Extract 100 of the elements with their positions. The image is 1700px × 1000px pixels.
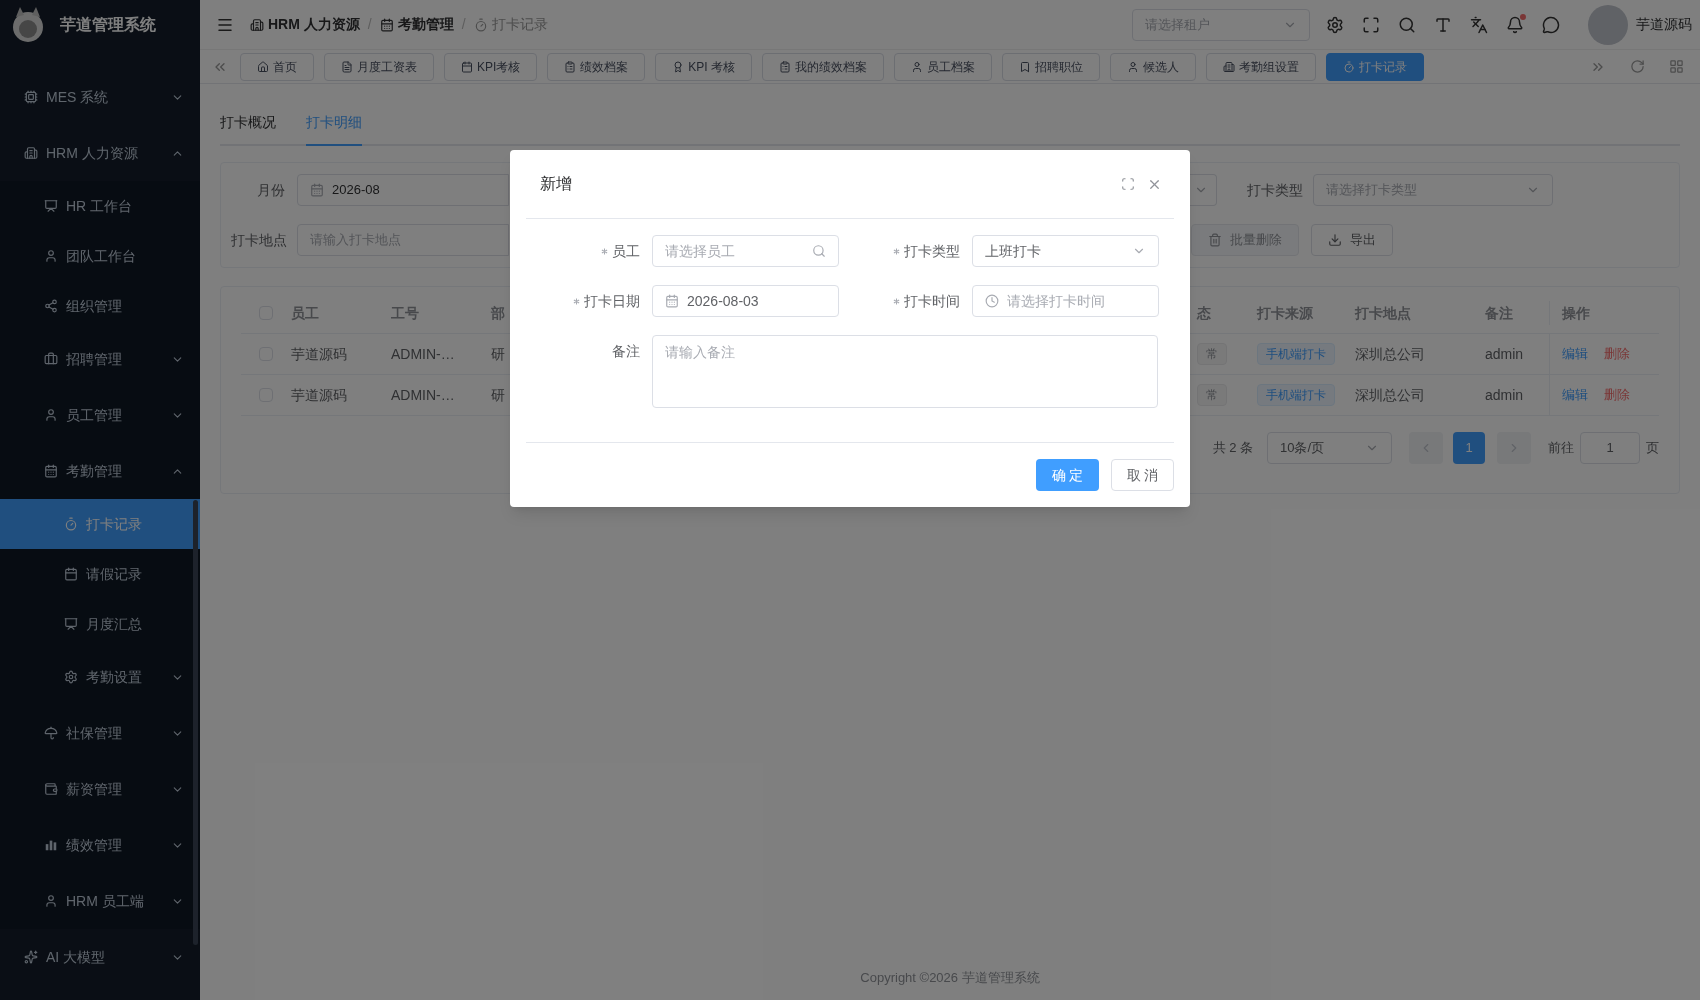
maximize-icon[interactable] bbox=[1121, 177, 1135, 191]
view-tab[interactable]: 打卡概况 bbox=[220, 112, 276, 146]
presentation-icon bbox=[44, 199, 58, 213]
date-picker[interactable]: 2026-08-03 bbox=[652, 285, 839, 317]
font-size-icon[interactable] bbox=[1434, 15, 1452, 34]
menu-item[interactable]: HR 工作台 bbox=[0, 181, 200, 231]
delete-link[interactable]: 删除 bbox=[1604, 344, 1630, 364]
edit-link[interactable]: 编辑 bbox=[1562, 385, 1588, 405]
building-icon bbox=[250, 17, 264, 32]
select-field[interactable]: 上班打卡 bbox=[972, 235, 1159, 267]
delete-link[interactable]: 删除 bbox=[1604, 385, 1630, 405]
page-tab[interactable]: 考勤组设置 bbox=[1206, 52, 1317, 81]
page-input[interactable]: 1 bbox=[1580, 432, 1640, 464]
umbrella-icon bbox=[44, 726, 58, 740]
search-icon[interactable] bbox=[1398, 15, 1416, 34]
page-tab[interactable]: 候选人 bbox=[1110, 52, 1197, 81]
menu-item[interactable]: 团队工作台 bbox=[0, 231, 200, 281]
building-icon bbox=[1223, 60, 1236, 73]
clipboard-icon bbox=[779, 60, 792, 73]
fullscreen-icon[interactable] bbox=[1362, 15, 1380, 34]
trash-icon bbox=[1208, 233, 1222, 247]
calendar-icon bbox=[64, 567, 78, 581]
person-icon bbox=[911, 60, 924, 73]
page-tab[interactable]: KPI 考核 bbox=[655, 52, 753, 81]
table-cell: ADMIN-… bbox=[391, 387, 455, 403]
month-picker[interactable]: 2026-08 bbox=[297, 174, 509, 206]
chip-icon bbox=[24, 90, 38, 104]
table-cell: 芋道源码 bbox=[291, 387, 347, 403]
page-tab[interactable]: 我的绩效档案 bbox=[762, 52, 885, 81]
timer-icon bbox=[1343, 60, 1356, 73]
presentation-icon bbox=[64, 617, 78, 631]
edit-link[interactable]: 编辑 bbox=[1562, 344, 1588, 364]
translate-icon[interactable] bbox=[1470, 15, 1488, 34]
menu-group[interactable]: HRM 人力资源 bbox=[0, 125, 200, 181]
page-size-select[interactable]: 10条/页 bbox=[1267, 432, 1392, 464]
grid-icon[interactable] bbox=[1669, 59, 1684, 74]
menu-item[interactable]: 打卡记录 bbox=[0, 499, 200, 549]
person-icon bbox=[44, 408, 58, 422]
bar-chart-icon bbox=[44, 838, 58, 852]
refresh-icon[interactable] bbox=[1630, 59, 1645, 74]
cancel-button[interactable]: 取 消 bbox=[1111, 459, 1174, 491]
table-cell: admin bbox=[1485, 346, 1524, 362]
filter-label: 打卡类型 bbox=[1247, 180, 1304, 200]
table-cell: admin bbox=[1485, 387, 1524, 403]
table-cell: 研 bbox=[491, 387, 505, 403]
field-label: 员工 bbox=[612, 241, 640, 261]
person-icon bbox=[1127, 60, 1140, 73]
menu-group[interactable]: 考勤管理 bbox=[0, 443, 200, 499]
filter-label: 打卡地点 bbox=[231, 230, 288, 250]
chat-icon[interactable] bbox=[1542, 15, 1560, 34]
menu-group[interactable]: 员工管理 bbox=[0, 387, 200, 443]
employee-field[interactable]: 请选择员工 bbox=[652, 235, 839, 267]
page-tab[interactable]: 员工档案 bbox=[894, 52, 993, 81]
page-tab[interactable]: 绩效档案 bbox=[547, 52, 646, 81]
time-picker[interactable]: 请选择打卡时间 bbox=[972, 285, 1159, 317]
export-button[interactable]: 导出 bbox=[1311, 224, 1393, 256]
field-label: 打卡日期 bbox=[584, 291, 640, 311]
goto-label: 前往 bbox=[1548, 439, 1574, 458]
table-cell: 研 bbox=[491, 346, 505, 362]
page-suffix: 页 bbox=[1646, 439, 1659, 458]
view-tab[interactable]: 打卡明细 bbox=[306, 112, 362, 146]
sparkle-icon bbox=[24, 950, 38, 964]
page-tab[interactable]: KPI考核 bbox=[444, 52, 538, 81]
download-icon bbox=[1328, 233, 1342, 247]
bookmark-icon bbox=[1019, 60, 1032, 73]
menu-group[interactable]: MES 系统 bbox=[0, 69, 200, 125]
field-label: 备注 bbox=[612, 341, 640, 361]
settings-icon[interactable] bbox=[1326, 15, 1344, 34]
clipboard-icon bbox=[564, 60, 577, 73]
calendar-icon bbox=[461, 60, 473, 73]
breadcrumb-item[interactable]: HRM 人力资源 bbox=[250, 14, 360, 35]
building-icon bbox=[24, 146, 38, 160]
page-tab[interactable]: 首页 bbox=[240, 52, 314, 81]
filter-label: 月份 bbox=[256, 180, 286, 200]
confirm-button[interactable]: 确 定 bbox=[1036, 459, 1099, 491]
calendar-icon bbox=[379, 17, 394, 32]
gear-icon bbox=[64, 670, 78, 684]
house-icon bbox=[257, 60, 269, 73]
briefcase-icon bbox=[44, 352, 58, 366]
remark-textarea[interactable]: 请输入备注 bbox=[652, 335, 1158, 408]
table-cell: 深圳总公司 bbox=[1355, 346, 1425, 362]
breadcrumb-item[interactable]: 考勤管理 bbox=[379, 14, 454, 35]
breadcrumb-separator: / bbox=[461, 15, 466, 34]
document-icon bbox=[341, 60, 353, 73]
menu-group[interactable]: 招聘管理 bbox=[0, 331, 200, 387]
wallet-icon bbox=[44, 782, 58, 796]
bell-icon[interactable] bbox=[1506, 15, 1524, 34]
user-name[interactable]: 芋道源码 bbox=[1636, 14, 1692, 35]
page-tab[interactable]: 招聘职位 bbox=[1002, 52, 1101, 81]
person-icon bbox=[44, 894, 58, 908]
timer-icon bbox=[473, 17, 488, 32]
clock-icon bbox=[985, 294, 999, 308]
timer-icon bbox=[64, 517, 78, 531]
menu-item[interactable]: 组织管理 bbox=[0, 281, 200, 331]
avatar[interactable] bbox=[1588, 4, 1628, 45]
page-number[interactable]: 1 bbox=[1453, 432, 1485, 464]
source-tag: 手机端打卡 bbox=[1257, 384, 1335, 406]
page-tab[interactable]: 月度工资表 bbox=[324, 52, 434, 81]
page-tab[interactable]: 打卡记录 bbox=[1326, 52, 1425, 81]
breadcrumb-separator: / bbox=[367, 15, 372, 34]
